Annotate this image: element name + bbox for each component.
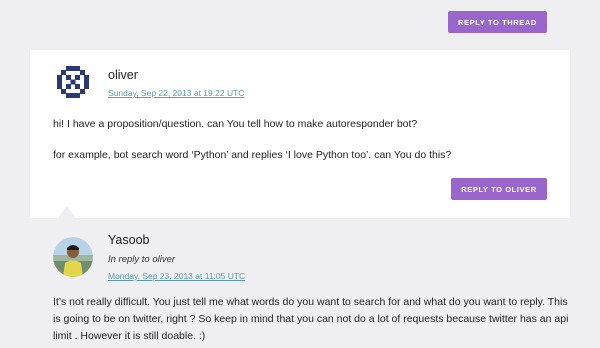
comment-text: limit . However it is still doable. :)	[53, 330, 206, 342]
comment-date-link[interactable]: Monday, Sep 23, 2013 at 11:05 UTC	[108, 271, 245, 281]
reply-pointer-triangle	[58, 206, 76, 218]
comment-date-link[interactable]: Sunday, Sep 22, 2013 at 19:22 UTC	[108, 88, 244, 98]
profile-photo-avatar-icon	[53, 237, 93, 277]
reply-to-thread-button[interactable]: Reply to thread	[448, 11, 547, 33]
comment-author[interactable]: oliver	[108, 68, 138, 82]
reply-to-oliver-button[interactable]: Reply to oliver	[451, 178, 547, 200]
identicon-icon	[53, 62, 93, 102]
comment-text: It’s not really difficult. You just tell…	[53, 296, 568, 308]
identicon-avatar-icon	[53, 62, 93, 102]
comment-text: for example, bot search word ‘Python’ an…	[53, 149, 452, 161]
profile-photo-icon	[53, 237, 93, 277]
comment-text: is going to be on twitter, right ? So ke…	[53, 313, 569, 325]
comment-text: hi! I have a proposition/question. can Y…	[53, 118, 418, 130]
in-reply-to-label: In reply to oliver	[108, 254, 176, 265]
comment-author[interactable]: Yasoob	[108, 233, 149, 247]
